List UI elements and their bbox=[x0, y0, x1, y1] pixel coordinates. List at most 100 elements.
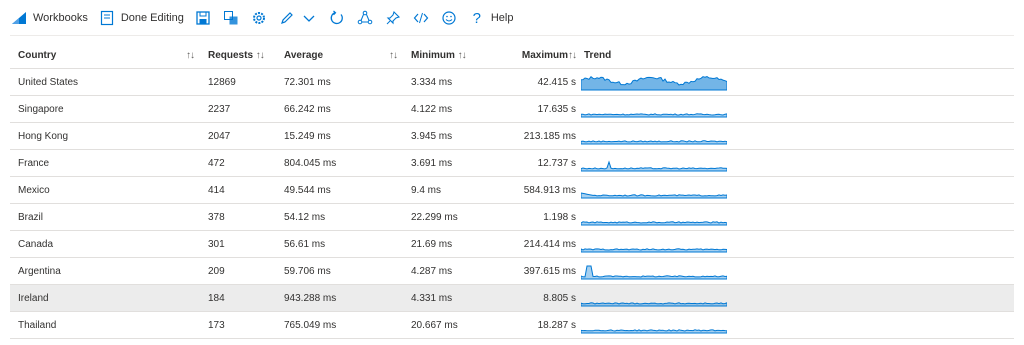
cell-country: France bbox=[10, 149, 200, 177]
column-header-minimum[interactable]: Minimum ↑↓ bbox=[403, 42, 490, 69]
cell-country-text: Singapore bbox=[18, 103, 64, 115]
sort-arrows-icon[interactable]: ↑↓ bbox=[568, 50, 577, 61]
cell-country-text: Thailand bbox=[18, 319, 57, 331]
trend-area bbox=[581, 192, 727, 199]
trend-sparkline bbox=[581, 265, 727, 280]
column-label-trend: Trend bbox=[584, 49, 612, 61]
cell-maximum-text: 42.415 s bbox=[537, 76, 576, 88]
cell-maximum: 42.415 s bbox=[490, 68, 576, 96]
cell-trend bbox=[576, 68, 727, 96]
cell-filler bbox=[726, 95, 1014, 123]
save-icon bbox=[194, 9, 212, 27]
cell-minimum: 9.4 ms bbox=[403, 176, 490, 204]
help-icon: ? bbox=[472, 9, 481, 27]
done-editing-button[interactable]: Done Editing bbox=[98, 4, 184, 32]
cell-average-text: 54.12 ms bbox=[284, 211, 326, 223]
cell-country-text: Canada bbox=[18, 238, 54, 250]
cell-country-text: Brazil bbox=[18, 211, 44, 223]
cell-average-text: 72.301 ms bbox=[284, 76, 331, 88]
cell-trend bbox=[576, 95, 727, 123]
table-row[interactable]: France 472 804.045 ms 3.691 ms 12.737 s bbox=[10, 149, 1014, 177]
cell-country: Argentina bbox=[10, 257, 200, 285]
cell-requests-text: 472 bbox=[208, 157, 225, 169]
trend-area bbox=[581, 329, 727, 334]
save-button[interactable] bbox=[194, 4, 212, 32]
clone-button[interactable] bbox=[222, 4, 240, 32]
help-button[interactable]: ? Help bbox=[468, 4, 514, 32]
cell-country: Mexico bbox=[10, 176, 200, 204]
toolbar-divider bbox=[10, 35, 1014, 36]
cell-trend bbox=[576, 149, 727, 177]
cell-requests-text: 184 bbox=[208, 292, 225, 304]
cell-requests-text: 378 bbox=[208, 211, 225, 223]
cell-average: 943.288 ms bbox=[276, 284, 403, 312]
cell-minimum: 4.331 ms bbox=[403, 284, 490, 312]
table-row[interactable]: Thailand 173 765.049 ms 20.667 ms 18.287 s bbox=[10, 311, 1014, 339]
edit-dropdown-button[interactable] bbox=[300, 4, 318, 32]
trend-area bbox=[581, 75, 727, 91]
table-row[interactable]: Ireland 184 943.288 ms 4.331 ms 8.805 s bbox=[10, 284, 1014, 312]
code-button[interactable] bbox=[412, 4, 430, 32]
cell-requests: 414 bbox=[200, 176, 276, 204]
sort-arrows-icon[interactable]: ↑↓ bbox=[256, 50, 265, 61]
cell-minimum-text: 3.334 ms bbox=[411, 76, 453, 88]
smiley-icon bbox=[440, 9, 458, 27]
table-row[interactable]: Argentina 209 59.706 ms 4.287 ms 397.615 ms bbox=[10, 257, 1014, 285]
edit-button[interactable] bbox=[278, 4, 296, 32]
cell-maximum: 8.805 s bbox=[490, 284, 576, 312]
share-button[interactable] bbox=[356, 4, 374, 32]
cell-maximum: 1.198 s bbox=[490, 203, 576, 231]
code-icon bbox=[412, 9, 430, 27]
table-row[interactable]: Canada 301 56.61 ms 21.69 ms 214.414 ms bbox=[10, 230, 1014, 258]
column-header-maximum[interactable]: Maximum↑↓ bbox=[490, 42, 577, 69]
cell-requests: 378 bbox=[200, 203, 276, 231]
cell-average-text: 59.706 ms bbox=[284, 265, 331, 277]
chevron-down-icon bbox=[300, 9, 318, 27]
help-label: Help bbox=[490, 12, 514, 24]
column-header-country[interactable]: Country ↑↓ bbox=[10, 42, 200, 69]
trend-area bbox=[581, 265, 727, 280]
column-header-requests[interactable]: Requests ↑↓ bbox=[200, 42, 276, 69]
cell-minimum: 21.69 ms bbox=[403, 230, 490, 258]
sort-arrows-icon[interactable]: ↑↓ bbox=[458, 50, 467, 61]
cell-requests: 2237 bbox=[200, 95, 276, 123]
cell-filler bbox=[726, 68, 1014, 96]
settings-icon bbox=[250, 9, 268, 27]
cell-country-text: United States bbox=[18, 76, 79, 88]
cell-requests-text: 2047 bbox=[208, 130, 231, 142]
cell-country-text: Argentina bbox=[18, 265, 61, 277]
workbooks-button[interactable]: Workbooks bbox=[10, 4, 88, 32]
column-header-average[interactable]: Average ↑↓ bbox=[276, 42, 403, 69]
cell-maximum: 213.185 ms bbox=[490, 122, 576, 150]
cell-minimum: 4.122 ms bbox=[403, 95, 490, 123]
cell-filler bbox=[726, 311, 1014, 339]
cell-minimum-text: 4.331 ms bbox=[411, 292, 453, 304]
cell-requests: 301 bbox=[200, 230, 276, 258]
refresh-button[interactable] bbox=[328, 4, 346, 32]
trend-sparkline bbox=[581, 329, 727, 334]
table-row[interactable]: Mexico 414 49.544 ms 9.4 ms 584.913 ms bbox=[10, 176, 1014, 204]
table-row[interactable]: Hong Kong 2047 15.249 ms 3.945 ms 213.185 ms bbox=[10, 122, 1014, 150]
settings-button[interactable] bbox=[250, 4, 268, 32]
column-header-trend[interactable]: Trend bbox=[576, 42, 726, 69]
cell-requests-text: 301 bbox=[208, 238, 225, 250]
feedback-button[interactable] bbox=[440, 4, 458, 32]
sort-arrows-icon[interactable]: ↑↓ bbox=[186, 50, 195, 61]
cell-country: Singapore bbox=[10, 95, 200, 123]
cell-country: United States bbox=[10, 68, 200, 96]
cell-trend bbox=[576, 203, 727, 231]
cell-maximum-text: 213.185 ms bbox=[523, 130, 576, 142]
toolbar: Workbooks Done Editing ? Help bbox=[0, 0, 1024, 36]
pin-button[interactable] bbox=[384, 4, 402, 32]
table-row[interactable]: United States 12869 72.301 ms 3.334 ms 42.41… bbox=[10, 68, 1014, 96]
cell-average-text: 49.544 ms bbox=[284, 184, 331, 196]
trend-sparkline bbox=[581, 75, 727, 91]
table-row[interactable]: Brazil 378 54.12 ms 22.299 ms 1.198 s bbox=[10, 203, 1014, 231]
trend-area bbox=[581, 113, 727, 118]
trend-sparkline bbox=[581, 140, 727, 145]
trend-sparkline bbox=[581, 192, 727, 199]
cell-average: 49.544 ms bbox=[276, 176, 403, 204]
trend-area bbox=[581, 221, 727, 226]
table-row[interactable]: Singapore 2237 66.242 ms 4.122 ms 17.635 s bbox=[10, 95, 1014, 123]
sort-arrows-icon[interactable]: ↑↓ bbox=[389, 50, 398, 61]
